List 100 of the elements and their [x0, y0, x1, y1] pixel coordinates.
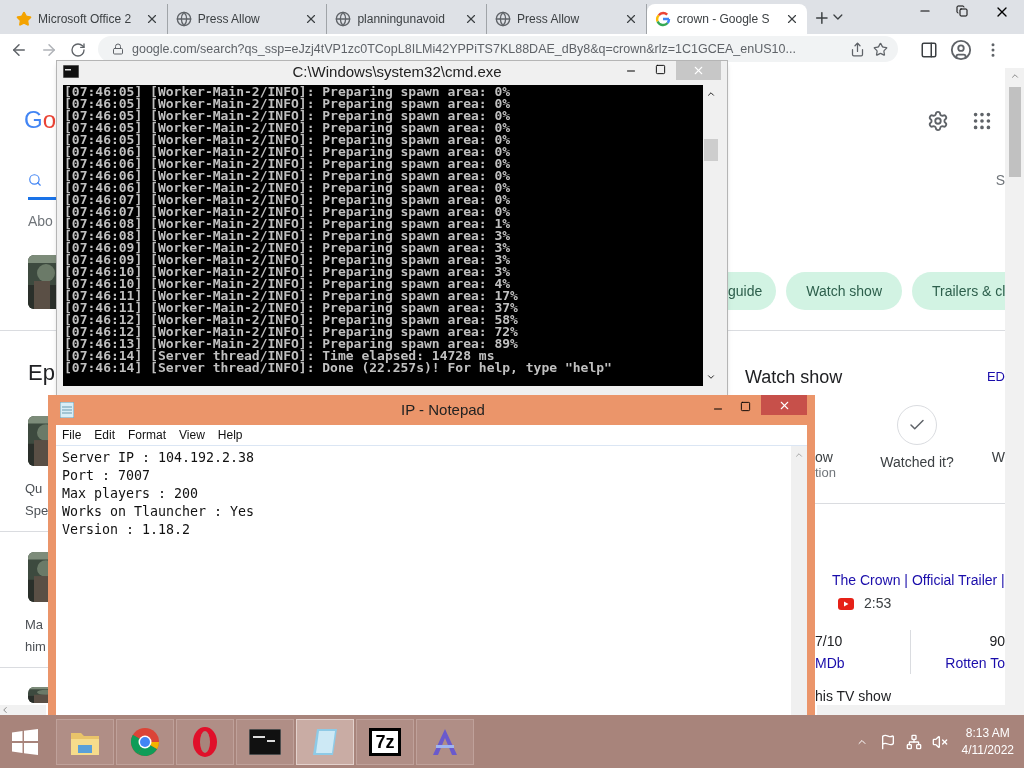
console-line: [07:46:06] [Worker-Main-2/INFO]: Preparing spawn area: 0%: [64, 182, 512, 194]
horizontal-scrollbar[interactable]: [817, 705, 1005, 715]
console-line: [07:46:14] [Server thread/INFO]: Done (22.257s)! For help, type "help": [64, 362, 613, 374]
action-label: Watched it?: [880, 453, 954, 472]
tab-title: planningunavoid: [357, 11, 446, 28]
console-line: [07:46:05] [Worker-Main-2/INFO]: Preparing spawn area: 0%: [64, 134, 512, 146]
side-panel-icon[interactable]: [920, 41, 938, 59]
console-line: [07:46:11] [Worker-Main-2/INFO]: Preparing spawn area: 17%: [64, 290, 519, 302]
clock-date: 4/11/2022: [961, 741, 1014, 759]
clock-time: 8:13 AM: [965, 724, 1010, 742]
action-label: W: [991, 449, 1005, 465]
text-line: Port : 7007: [62, 467, 152, 485]
globe-icon: [495, 11, 512, 27]
section-heading: Ep: [28, 360, 56, 386]
console-line: [07:46:06] [Worker-Main-2/INFO]: Preparing spawn area: 0%: [64, 170, 512, 182]
horizontal-scrollbar[interactable]: [0, 705, 46, 715]
scroll-thumb[interactable]: [1008, 87, 1021, 177]
menu-item[interactable]: Format: [128, 426, 167, 444]
youtube-icon: [838, 597, 854, 610]
console-line: [07:46:12] [Worker-Main-2/INFO]: Preparing spawn area: 72%: [64, 326, 519, 338]
tab-title: crown - Google S: [676, 11, 771, 28]
maximize-icon[interactable]: [655, 64, 666, 75]
text-line: Works on Tlauncher : Yes: [62, 503, 256, 521]
console-line: [07:46:08] [Worker-Main-2/INFO]: Preparing spawn area: 3%: [64, 230, 512, 242]
menu-item[interactable]: View: [179, 426, 205, 444]
video-link[interactable]: The Crown | Official Trailer |: [832, 571, 1005, 589]
rating-source-link[interactable]: Rotten To: [945, 652, 1005, 674]
address-bar[interactable]: google.com/search?qs_ssp=eJzj4tVP1zc0TCopL8ILMi42YPPiTS7KL88DAE_dBy8&q=crown&rlz=1C1GCEA_enUS10...: [98, 36, 898, 62]
reload-icon[interactable]: [70, 42, 86, 58]
text-line: Server IP : 104.192.2.38: [62, 449, 256, 467]
profile-icon[interactable]: [950, 39, 972, 61]
scroll-down-icon[interactable]: [706, 372, 716, 382]
console-line: [07:46:10] [Worker-Main-2/INFO]: Preparing spawn area: 4%: [64, 278, 512, 290]
google-logo: Go: [23, 105, 56, 135]
notepad-scrollbar[interactable]: [791, 446, 807, 715]
google-icon: [654, 11, 671, 27]
action-label: tion: [815, 465, 837, 481]
console-line: [07:46:10] [Worker-Main-2/INFO]: Preparing spawn area: 3%: [64, 266, 512, 278]
console-line: [07:46:12] [Worker-Main-2/INFO]: Preparing spawn area: 58%: [64, 314, 519, 326]
filter-chip[interactable]: guide: [728, 272, 777, 310]
network-icon[interactable]: [905, 733, 922, 750]
scroll-left-icon[interactable]: [0, 705, 10, 715]
opera-icon: [191, 725, 219, 758]
tab-title: Microsoft Office 2: [38, 11, 133, 28]
tab-title: Press Allow: [517, 11, 581, 28]
maximize-icon[interactable]: [740, 401, 751, 412]
star-icon: [16, 11, 32, 27]
archive-app-icon: 7z: [369, 727, 401, 756]
action-label: ow: [815, 449, 834, 465]
notepad-icon: [60, 402, 74, 418]
menu-item[interactable]: Help: [217, 426, 243, 444]
forward-icon[interactable]: [40, 41, 58, 59]
console-line: [07:46:07] [Worker-Main-2/INFO]: Preparing spawn area: 0%: [64, 206, 512, 218]
taskbar-app[interactable]: 7z: [356, 718, 414, 765]
console-line: [07:46:09] [Worker-Main-2/INFO]: Preparing spawn area: 3%: [64, 242, 512, 254]
side-text: S: [995, 172, 1005, 188]
start-icon[interactable]: [12, 728, 38, 755]
section-heading: Watch show: [745, 366, 843, 389]
bookmark-star-icon[interactable]: [873, 41, 888, 57]
restore-icon[interactable]: [955, 5, 968, 17]
settings-icon[interactable]: [927, 110, 949, 132]
volume-icon[interactable]: [931, 733, 948, 750]
globe-icon: [175, 11, 192, 27]
browser-tab[interactable]: crown - Google S: [646, 4, 807, 34]
menu-item[interactable]: Edit: [94, 426, 116, 444]
console-icon: [63, 65, 79, 78]
result-text: Qu: [25, 480, 44, 498]
rating-source-link[interactable]: MDb: [815, 652, 910, 674]
text-line: Version : 1.18.2: [62, 521, 192, 539]
filter-chip[interactable]: Watch show: [786, 272, 902, 310]
text-line: Max players : 200: [62, 485, 200, 503]
scroll-up-icon[interactable]: [706, 89, 716, 99]
taskbar-app[interactable]: [236, 718, 294, 765]
edit-link[interactable]: ED: [986, 367, 1005, 387]
console-line: [07:46:11] [Worker-Main-2/INFO]: Preparing spawn area: 37%: [64, 302, 519, 314]
console-line: [07:46:09] [Worker-Main-2/INFO]: Preparing spawn area: 3%: [64, 254, 512, 266]
result-text: him: [25, 638, 47, 656]
console-line: [07:46:13] [Worker-Main-2/INFO]: Preparing spawn area: 89%: [64, 338, 519, 350]
back-icon[interactable]: [10, 41, 28, 59]
console-line: [07:46:08] [Worker-Main-2/INFO]: Preparing spawn area: 1%: [64, 218, 512, 230]
share-icon[interactable]: [850, 41, 865, 57]
lock-icon: [112, 43, 124, 55]
window-title: C:\Windows\system32\cmd.exe: [291, 62, 503, 82]
console-line: [07:46:05] [Worker-Main-2/INFO]: Preparing spawn area: 0%: [64, 110, 512, 122]
tab-title: Press Allow: [197, 11, 261, 28]
url-text: google.com/search?qs_ssp=eJzj4tVP1zc0TCopL8ILMi42YPPiTS7KL88DAE_dBy8&q=crown&rlz=1C1GCEA_enUS10...: [132, 40, 797, 58]
terminal-icon: [249, 728, 281, 755]
video-duration: 2:53: [864, 594, 892, 613]
console-line: [07:46:14] [Server thread/INFO]: Time elapsed: 14728 ms: [64, 350, 495, 362]
flag-icon[interactable]: [879, 733, 896, 750]
filter-chip[interactable]: Trailers & cl: [912, 272, 1006, 310]
result-text: Spe: [25, 502, 50, 520]
console-line: [07:46:05] [Worker-Main-2/INFO]: Preparing spawn area: 0%: [64, 122, 512, 134]
rating-score: 90: [989, 632, 1005, 651]
result-text: Ma: [25, 616, 45, 634]
apps-icon[interactable]: [971, 110, 993, 132]
menu-item[interactable]: File: [62, 426, 82, 444]
close-icon: [692, 64, 705, 77]
vertical-scrollbar[interactable]: [1005, 68, 1024, 715]
scroll-thumb[interactable]: [704, 139, 718, 161]
